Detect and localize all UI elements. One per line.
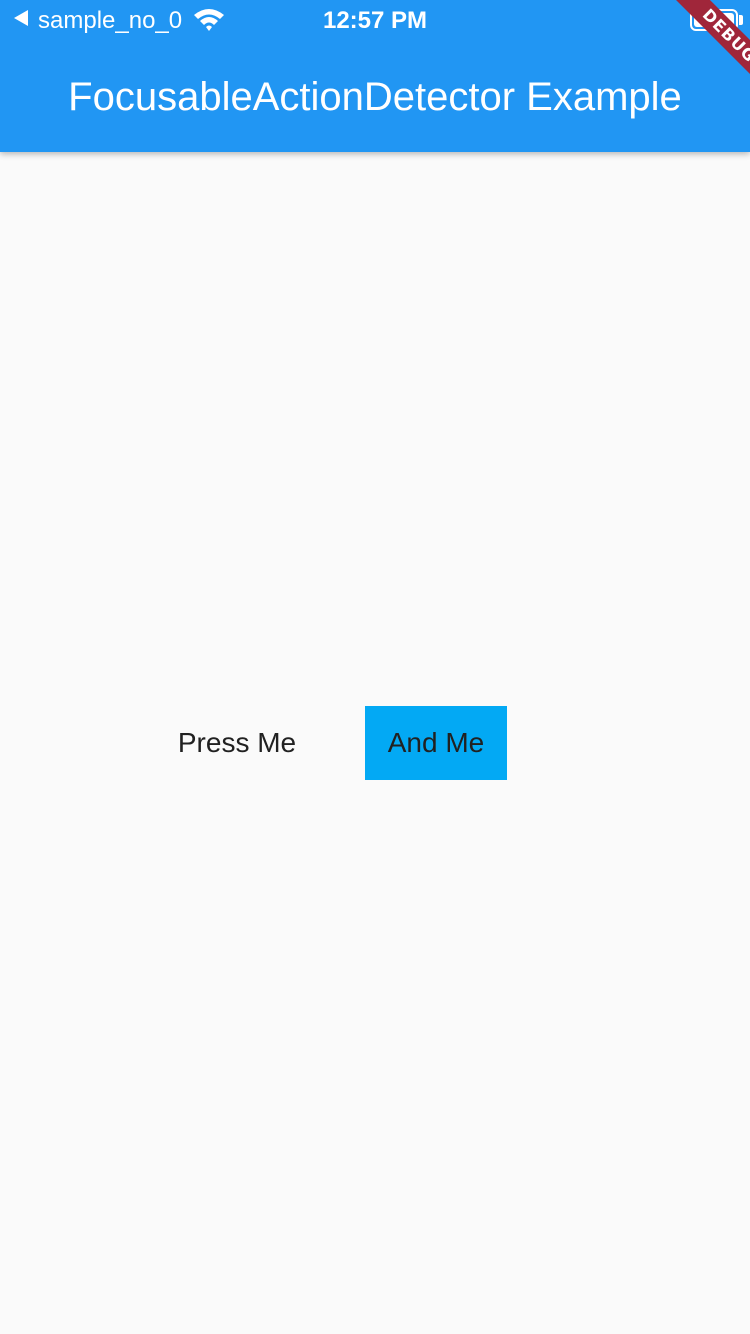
status-time: 12:57 PM [322,7,428,34]
main-content: Press Me And Me [0,152,750,1334]
press-me-button[interactable]: Press Me [156,706,318,780]
and-me-button[interactable]: And Me [365,706,507,780]
app-screen: sample_no_0 12:57 PM FocusableActionDete… [0,0,750,1334]
status-bar: sample_no_0 12:57 PM [0,0,750,40]
battery-tip [739,15,743,25]
page-title: FocusableActionDetector Example [68,75,682,119]
app-bar: sample_no_0 12:57 PM FocusableActionDete… [0,0,750,152]
